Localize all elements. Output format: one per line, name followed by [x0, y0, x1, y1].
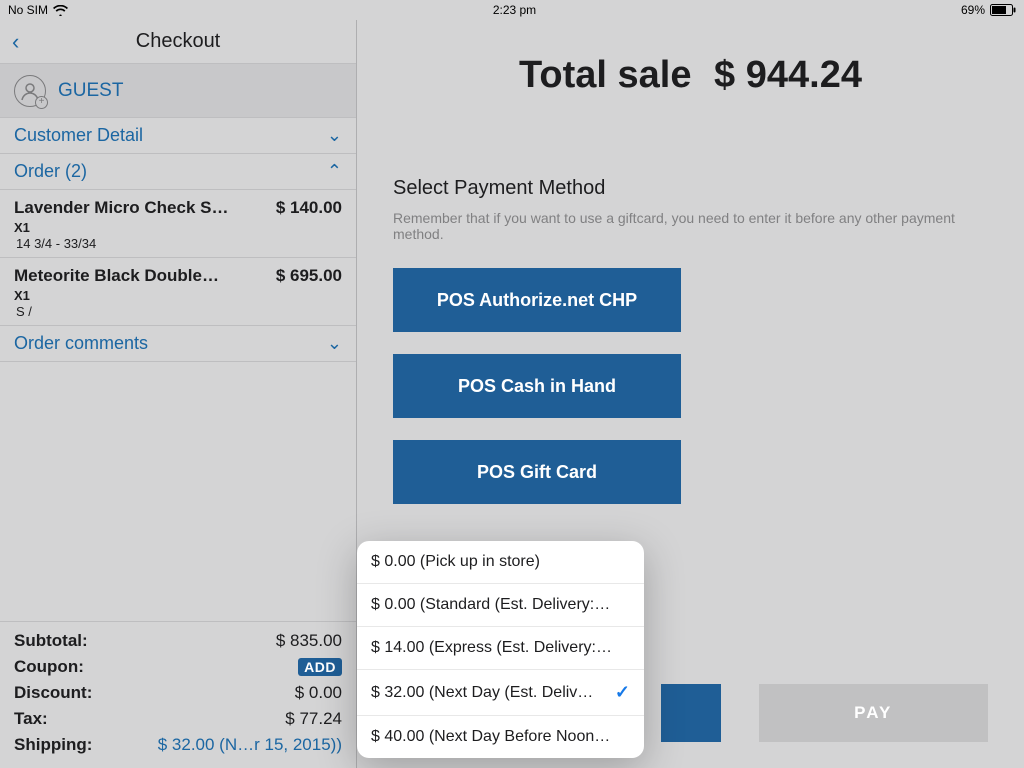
customer-row[interactable]: + GUEST	[0, 64, 356, 118]
clock: 2:23 pm	[493, 3, 536, 17]
battery-icon	[990, 4, 1016, 16]
payment-title: Select Payment Method	[393, 177, 988, 200]
shipping-option-label: $ 14.00 (Express (Est. Delivery:…	[371, 639, 612, 657]
chevron-up-icon: ⌃	[327, 161, 342, 182]
status-bar: No SIM 2:23 pm 69%	[0, 0, 1024, 20]
subtotal-label: Subtotal:	[14, 631, 88, 651]
tax-value: $ 77.24	[285, 709, 342, 729]
order-item[interactable]: Lavender Micro Check S… $ 140.00 X1 14 3…	[0, 190, 356, 258]
shipping-popover: $ 0.00 (Pick up in store) $ 0.00 (Standa…	[357, 541, 644, 758]
customer-detail-toggle[interactable]: Customer Detail ⌄	[0, 118, 356, 154]
discount-label: Discount:	[14, 683, 92, 703]
wifi-icon	[53, 5, 68, 16]
payment-method-authorize[interactable]: POS Authorize.net CHP	[393, 268, 681, 332]
coupon-label: Coupon:	[14, 657, 84, 677]
order-header-label: Order (2)	[14, 161, 87, 182]
order-item-qty: X1	[14, 220, 342, 235]
subtotal-value: $ 835.00	[276, 631, 342, 651]
order-toggle[interactable]: Order (2) ⌃	[0, 154, 356, 190]
shipping-option-label: $ 0.00 (Standard (Est. Delivery:…	[371, 596, 610, 614]
shipping-option[interactable]: $ 0.00 (Pick up in store)	[357, 541, 644, 584]
shipping-label: Shipping:	[14, 735, 92, 755]
order-comments-toggle[interactable]: Order comments ⌄	[0, 326, 356, 362]
main-panel: Total sale $ 944.24 Select Payment Metho…	[357, 20, 1024, 768]
add-customer-icon: +	[35, 96, 48, 109]
shipping-select[interactable]: $ 32.00 (N…r 15, 2015))	[158, 735, 342, 755]
customer-name: GUEST	[58, 80, 123, 102]
order-item-variant: 14 3/4 - 33/34	[16, 236, 342, 251]
order-item-qty: X1	[14, 288, 342, 303]
tax-label: Tax:	[14, 709, 48, 729]
discount-value: $ 0.00	[295, 683, 342, 703]
shipping-option[interactable]: $ 14.00 (Express (Est. Delivery:…	[357, 627, 644, 670]
order-item-variant: S /	[16, 304, 342, 319]
order-item-price: $ 140.00	[276, 198, 342, 218]
shipping-option[interactable]: $ 0.00 (Standard (Est. Delivery:…	[357, 584, 644, 627]
order-comments-label: Order comments	[14, 333, 148, 354]
shipping-option-label: $ 40.00 (Next Day Before Noon…	[371, 728, 610, 746]
payment-method-cash[interactable]: POS Cash in Hand	[393, 354, 681, 418]
nav-header: ‹ Checkout	[0, 20, 356, 64]
order-item-price: $ 695.00	[276, 266, 342, 286]
checkout-sidebar: ‹ Checkout + GUEST Customer Detail ⌄ Ord…	[0, 20, 357, 768]
order-item[interactable]: Meteorite Black Double… $ 695.00 X1 S /	[0, 258, 356, 326]
nav-title: Checkout	[0, 30, 356, 53]
shipping-option-label: $ 32.00 (Next Day (Est. Deliv…	[371, 684, 593, 702]
order-item-name: Meteorite Black Double…	[14, 266, 219, 286]
carrier-label: No SIM	[8, 3, 48, 17]
pay-button[interactable]: PAY	[759, 684, 989, 742]
payment-method-giftcard[interactable]: POS Gift Card	[393, 440, 681, 504]
chevron-down-icon: ⌄	[327, 125, 342, 146]
total-sale-amount: $ 944.24	[714, 54, 862, 96]
customer-detail-label: Customer Detail	[14, 125, 143, 146]
totals-panel: Subtotal: $ 835.00 Coupon: ADD Discount:…	[0, 621, 356, 768]
add-coupon-button[interactable]: ADD	[298, 658, 342, 676]
total-sale-title: Total sale	[519, 54, 691, 96]
payment-note: Remember that if you want to use a giftc…	[393, 210, 988, 242]
shipping-option[interactable]: $ 32.00 (Next Day (Est. Deliv… ✓	[357, 670, 644, 716]
shipping-option[interactable]: $ 40.00 (Next Day Before Noon…	[357, 716, 644, 758]
shipping-option-label: $ 0.00 (Pick up in store)	[371, 553, 540, 571]
back-button[interactable]: ‹	[12, 31, 19, 53]
action-button[interactable]	[661, 684, 721, 742]
order-item-name: Lavender Micro Check S…	[14, 198, 228, 218]
guest-avatar-icon: +	[14, 75, 46, 107]
battery-percent: 69%	[961, 3, 985, 17]
chevron-down-icon: ⌄	[327, 333, 342, 354]
checkmark-icon: ✓	[615, 682, 630, 703]
total-sale-heading: Total sale $ 944.24	[357, 54, 1024, 97]
